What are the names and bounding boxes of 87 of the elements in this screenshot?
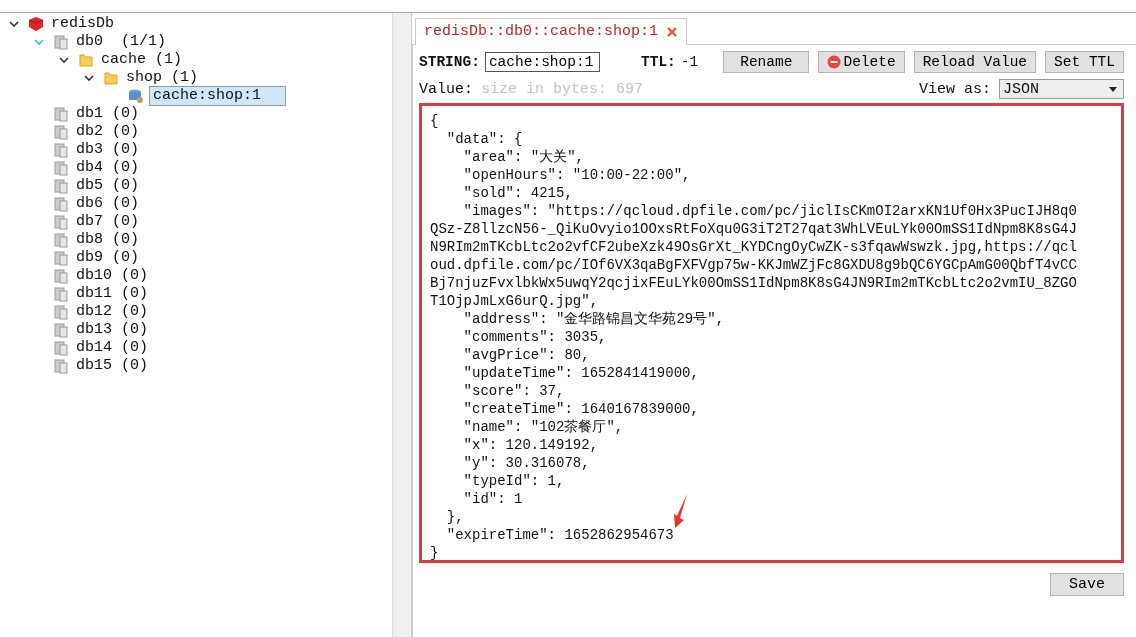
view-as-label: View as: — [919, 80, 991, 98]
code-line: N9RIm2mTKcbLtc2o2vfCF2ubeXzk49OsGrXt_KYDCngOyCwZK-s3fqawWswzk.jpg,https://qcl — [430, 238, 1077, 256]
code-line: { — [430, 112, 439, 130]
save-button[interactable]: Save — [1050, 573, 1124, 596]
code-line: "images": "https://qcloud.dpfile.com/pc/jiclIsCKmOI2arxKN1Uf0Hx3PucIJH8q0 — [462, 202, 1077, 220]
delete-button[interactable]: Delete — [818, 51, 905, 73]
code-line: "id": 1 — [462, 490, 523, 508]
tree-item[interactable]: db14 (0) — [74, 339, 150, 357]
database-icon — [53, 160, 69, 176]
code-line: } — [430, 544, 439, 560]
ttl-label: TTL: — [641, 54, 676, 70]
action-button[interactable]: Reload Value — [913, 51, 1037, 73]
tree-item[interactable]: db5 (0) — [74, 177, 141, 195]
tree-item[interactable]: db0 (1/1) — [74, 33, 168, 51]
code-line: "name": "102茶餐厅", — [462, 418, 624, 436]
tree-item[interactable]: db1 (0) — [74, 105, 141, 123]
caret-icon — [1109, 86, 1117, 92]
delete-icon — [827, 55, 842, 69]
tree-item[interactable]: db2 (0) — [74, 123, 141, 141]
database-icon — [53, 196, 69, 212]
view-as-dropdown[interactable]: JSON — [999, 79, 1124, 99]
database-icon — [53, 322, 69, 338]
tree-item[interactable]: db9 (0) — [74, 249, 141, 267]
code-line: "address": "金华路锦昌文华苑29号", — [462, 310, 725, 328]
key-name-field[interactable]: cache:shop:1 — [484, 52, 600, 72]
type-label: STRING: — [419, 54, 480, 70]
action-button[interactable]: Rename — [723, 51, 810, 73]
cube-icon — [28, 16, 44, 32]
database-icon — [53, 358, 69, 374]
arrow-icon — [674, 494, 688, 528]
tree-item[interactable]: db4 (0) — [74, 159, 141, 177]
action-button[interactable]: Set TTL — [1045, 51, 1124, 73]
database-icon — [53, 106, 69, 122]
code-line: "createTime": 1640167839000, — [462, 400, 699, 418]
tree-item[interactable]: db8 (0) — [74, 231, 141, 249]
code-line: "openHours": "10:00-22:00", — [462, 166, 691, 184]
tree-item[interactable]: db11 (0) — [74, 285, 150, 303]
database-icon — [53, 250, 69, 266]
tree-item[interactable]: db10 (0) — [74, 267, 150, 285]
tree-item[interactable]: db15 (0) — [74, 357, 150, 375]
tree-item[interactable]: redisDb — [49, 15, 116, 33]
code-line: "typeId": 1, — [462, 472, 565, 490]
close-icon[interactable] — [666, 25, 679, 38]
tree-item[interactable]: db6 (0) — [74, 195, 141, 213]
database-icon — [53, 268, 69, 284]
code-line: "avgPrice": 80, — [462, 346, 590, 364]
code-line: }, — [445, 508, 464, 526]
code-line: "expireTime": 1652862954673 — [445, 526, 674, 544]
code-line: "updateTime": 1652841419000, — [462, 364, 699, 382]
tab[interactable]: redisDb::db0::cache:shop:1 — [415, 18, 688, 45]
database-icon — [53, 232, 69, 248]
code-line: "sold": 4215, — [462, 184, 573, 202]
tree-item[interactable]: db3 (0) — [74, 141, 141, 159]
tree-item[interactable]: cache:shop:1 — [149, 86, 286, 106]
code-line: "area": "大关", — [462, 148, 585, 166]
tree-item[interactable]: db7 (0) — [74, 213, 141, 231]
ttl-value: -1 — [680, 54, 699, 70]
tree-item[interactable]: shop (1) — [124, 69, 200, 87]
code-line: "x": 120.149192, — [462, 436, 599, 454]
database-icon — [53, 286, 69, 302]
tree-item[interactable]: db13 (0) — [74, 321, 150, 339]
code-line: "y": 30.316078, — [462, 454, 590, 472]
database-icon — [53, 214, 69, 230]
key-icon — [128, 88, 144, 104]
database-icon — [53, 142, 69, 158]
chevron-icon[interactable] — [58, 54, 70, 66]
size-text: size in bytes: 697 — [481, 80, 644, 98]
code-line: Bj7njuzFvxlbkWx5uwqY2qcjixFEuLYk00OmSS1IdNpm8K8sG4JN9RIm2mTKcbLtc2o2vmIU_8ZGO — [430, 274, 1077, 292]
tree-item[interactable]: db12 (0) — [74, 303, 150, 321]
chevron-icon[interactable] — [8, 18, 20, 30]
code-line: oud.dpfile.com/pc/IOf6VX3qaBgFXFVgp75w-KKJmWZjFc8GXDU8g9bQC6YGCpAmG00QbfT4vCC — [430, 256, 1077, 274]
database-icon — [53, 34, 69, 50]
database-icon — [53, 304, 69, 320]
database-icon — [53, 124, 69, 140]
code-line: T1OjpJmLxG6urQ.jpg", — [430, 292, 599, 310]
folder-icon — [103, 70, 119, 86]
value-editor[interactable] — [419, 103, 1124, 563]
code-line: QSz-Z8llzcN56-_QiKuOvyio1OOxsRtFoXqu0G3iT2T27qat3WhLVEuLYk00OmSS1IdNpm8K8sG4J — [430, 220, 1077, 238]
folder-icon — [78, 52, 94, 68]
database-icon — [53, 178, 69, 194]
code-line: "score": 37, — [462, 382, 565, 400]
value-label: Value: — [419, 80, 473, 98]
tree-item[interactable]: cache (1) — [99, 51, 184, 69]
code-line: "data": { — [445, 130, 523, 148]
code-line: "comments": 3035, — [462, 328, 607, 346]
chevron-icon[interactable] — [83, 72, 95, 84]
database-icon — [53, 340, 69, 356]
